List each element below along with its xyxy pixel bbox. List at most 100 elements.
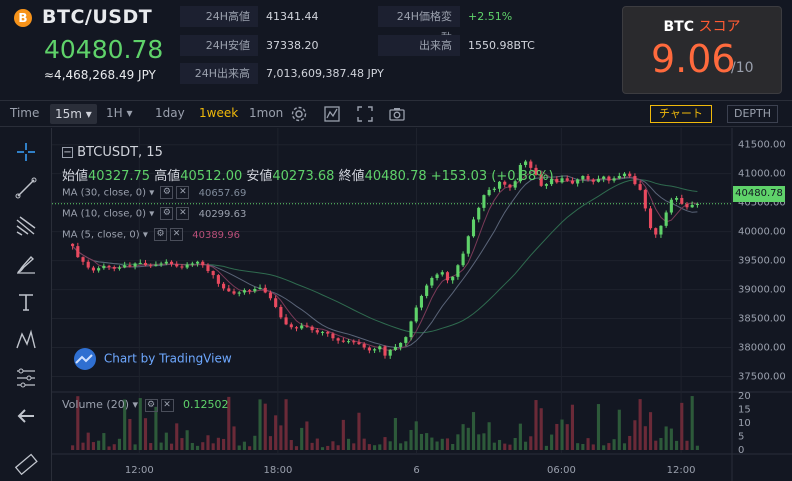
ma10-settings-icon[interactable]: ⚙	[160, 207, 174, 220]
volume-tick-label: 0	[738, 445, 744, 456]
candle-body	[154, 264, 158, 266]
fib-pitchfork-icon[interactable]	[14, 214, 38, 238]
volume-bar	[550, 434, 554, 450]
candle-body	[346, 341, 351, 343]
volume-bar	[404, 441, 408, 450]
price-tick-label: 38500.00	[738, 314, 786, 325]
volume-bar	[503, 443, 507, 450]
price-tick-label: 39500.00	[738, 256, 786, 267]
volume-bar	[294, 446, 299, 450]
volume-bar	[518, 423, 522, 450]
ma10-remove-icon[interactable]: ✕	[176, 207, 190, 220]
volume-bar	[648, 412, 653, 450]
candle-body	[383, 346, 387, 356]
stat-volume-label: 24H出来高	[180, 63, 258, 84]
high-value: 40512.00	[180, 169, 243, 184]
crosshair-icon[interactable]	[14, 140, 38, 164]
trend-line-icon[interactable]	[14, 176, 38, 200]
interval-1day[interactable]: 1day	[155, 106, 185, 120]
price-tick-label: 40000.00	[738, 227, 786, 238]
interval-1week[interactable]: 1week	[199, 106, 238, 120]
candle-body	[409, 321, 413, 338]
tradingview-watermark[interactable]: Chart by TradingView	[70, 348, 232, 370]
candle-body	[451, 276, 455, 281]
volume-bar	[539, 408, 543, 450]
time-label: Time	[10, 106, 40, 120]
volume-bar	[617, 409, 621, 450]
candle-body	[331, 333, 335, 339]
candle-body	[300, 325, 304, 329]
chart-toolbar: Time 15m ▾ 1H ▾ 1day 1week 1mon チャート DEP…	[0, 100, 792, 127]
candle-body	[435, 274, 439, 278]
chart-view-button[interactable]: チャート	[650, 105, 712, 123]
collapse-icon[interactable]: −	[62, 147, 73, 158]
volume-bar	[164, 432, 168, 450]
candle-body	[445, 272, 450, 281]
candle-body	[143, 262, 148, 266]
tradingview-logo-icon	[74, 348, 96, 370]
candle-body	[169, 261, 174, 265]
candle-body	[648, 208, 653, 229]
ma5-settings-icon[interactable]: ⚙	[154, 228, 168, 241]
volume-settings-icon[interactable]: ⚙	[144, 398, 158, 412]
volume-bar	[612, 439, 616, 450]
text-tool-icon[interactable]	[14, 290, 38, 314]
screenshot-camera-icon[interactable]	[388, 105, 406, 123]
volume-bar	[248, 446, 252, 450]
candle-body	[685, 203, 689, 208]
interval-1h-dropdown[interactable]: 1H ▾	[106, 106, 133, 120]
candle-body	[128, 265, 132, 267]
candle-body	[185, 264, 189, 268]
candle-body	[164, 261, 168, 264]
interval-dropdown[interactable]: 15m ▾	[50, 104, 97, 124]
depth-view-button[interactable]: DEPTH	[727, 105, 779, 123]
candle-body	[123, 265, 127, 268]
back-arrow-icon[interactable]	[14, 404, 38, 428]
volume-bar	[206, 435, 210, 450]
fullscreen-icon[interactable]	[356, 105, 374, 123]
candle-body	[659, 225, 663, 235]
candle-body	[680, 198, 684, 204]
candle-body	[284, 317, 288, 325]
volume-bar	[86, 432, 90, 450]
settings-gear-icon[interactable]	[290, 105, 308, 123]
ma30-remove-icon[interactable]: ✕	[176, 186, 190, 199]
volume-bar	[622, 443, 627, 450]
candle-body	[196, 261, 200, 264]
volume-legend: Volume (20) ▾ ⚙ ✕ 0.12502	[62, 398, 229, 412]
volume-bar	[591, 444, 595, 450]
volume-remove-icon[interactable]: ✕	[160, 398, 174, 412]
time-tick-label: 12:00	[667, 465, 696, 476]
volume-bar	[695, 445, 699, 450]
last-price: 40480.78	[44, 35, 164, 64]
volume-bar	[461, 424, 465, 450]
volume-bar	[560, 419, 564, 450]
volume-bar	[638, 399, 642, 450]
candle-body	[461, 253, 465, 266]
volume-tick-label: 20	[738, 391, 751, 402]
candle-body	[586, 175, 590, 180]
candle-body	[560, 178, 564, 183]
price-tick-label: 38000.00	[738, 343, 786, 354]
ma30-settings-icon[interactable]: ⚙	[160, 186, 174, 199]
volume-bar	[451, 443, 455, 450]
pattern-tool-icon[interactable]	[14, 328, 38, 352]
candle-body	[622, 173, 627, 176]
brush-icon[interactable]	[14, 252, 38, 276]
volume-bar	[378, 444, 382, 450]
candle-body	[440, 272, 444, 275]
volume-bar	[320, 447, 325, 450]
candle-body	[576, 179, 580, 184]
candle-body	[617, 175, 621, 179]
ma5-remove-icon[interactable]: ✕	[170, 228, 184, 241]
prediction-tool-icon[interactable]	[14, 366, 38, 390]
volume-bar	[445, 438, 450, 450]
candle-body	[414, 307, 418, 322]
interval-1mon[interactable]: 1mon	[249, 106, 283, 120]
volume-bar	[643, 426, 647, 450]
volume-bar	[143, 418, 148, 450]
volume-bar	[305, 421, 309, 450]
jpy-equivalent: ≈4,468,268.49 JPY	[44, 68, 156, 82]
indicators-icon[interactable]	[323, 105, 341, 123]
ruler-icon[interactable]	[14, 451, 38, 475]
